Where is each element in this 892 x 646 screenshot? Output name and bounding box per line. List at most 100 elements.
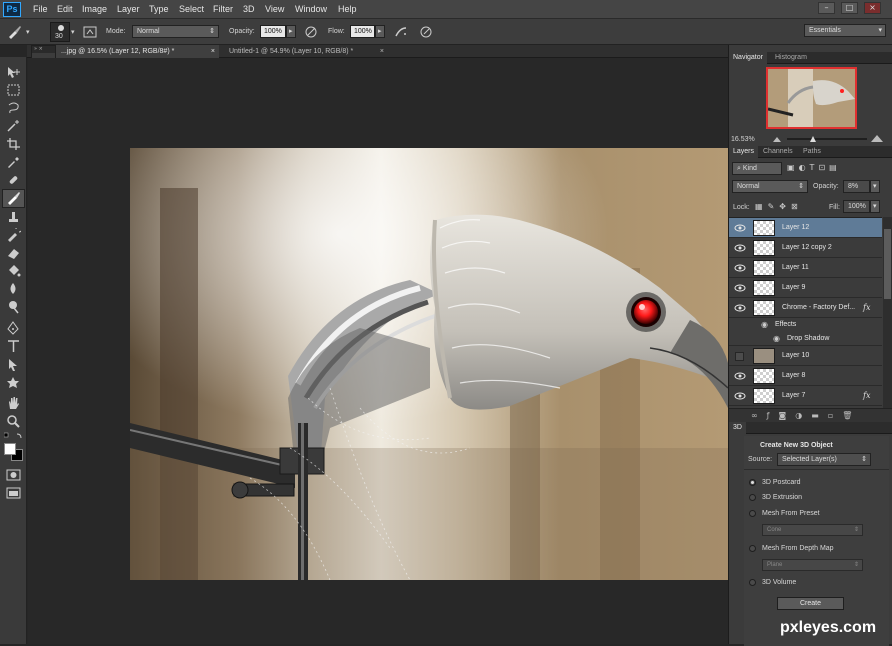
visibility-eye-icon[interactable] <box>734 263 746 273</box>
menu-select[interactable]: Select <box>179 4 204 14</box>
add-style-icon[interactable]: ƒ <box>767 411 779 420</box>
shape-tool-icon[interactable] <box>6 376 21 390</box>
visibility-eye-icon[interactable] <box>734 391 746 401</box>
layer-row[interactable]: Layer 11 <box>729 258 882 278</box>
mode-dropdown[interactable]: Normal ⇕ <box>132 25 219 38</box>
layer-row[interactable]: Layer 9 <box>729 278 882 298</box>
navigator-zoom-value[interactable]: 16.53% <box>731 136 755 143</box>
layer-opacity-input[interactable]: 8% <box>843 180 870 193</box>
move-tool-icon[interactable] <box>6 65 21 79</box>
menu-view[interactable]: View <box>265 4 284 14</box>
lasso-tool-icon[interactable] <box>6 101 21 115</box>
layer-row[interactable]: Layer 12 <box>729 218 882 238</box>
create-3d-button[interactable]: Create <box>777 597 844 610</box>
radio-mesh-from-preset[interactable] <box>749 510 756 517</box>
menu-image[interactable]: Image <box>82 4 107 14</box>
source-dropdown[interactable]: Selected Layer(s) ⇕ <box>777 453 871 466</box>
brush-tool-icon[interactable] <box>6 24 22 40</box>
layer-effects-row[interactable]: ◉ Effects <box>729 318 882 332</box>
hand-tool-icon[interactable] <box>6 396 21 410</box>
screen-mode-icon[interactable] <box>6 486 21 500</box>
blend-mode-dropdown[interactable]: Normal ⇕ <box>732 180 808 193</box>
preset-dropdown[interactable]: Cone ⇕ <box>762 524 863 536</box>
minimize-button[interactable]: – <box>818 2 835 14</box>
menu-filter[interactable]: Filter <box>213 4 233 14</box>
visibility-eye-icon[interactable] <box>734 243 746 253</box>
blur-tool-icon[interactable] <box>6 282 21 296</box>
visibility-eye-icon[interactable] <box>734 223 746 233</box>
radio-3d-volume[interactable] <box>749 579 756 586</box>
shape-filter-icon[interactable]: ⊡ <box>818 163 829 172</box>
layer-row[interactable]: Layer 12 copy 2 <box>729 238 882 258</box>
panel-collapse-icon[interactable]: » × <box>32 46 55 53</box>
pressure-size-icon[interactable] <box>418 24 434 40</box>
paint-bucket-tool-icon[interactable] <box>6 264 21 278</box>
navigator-zoom-slider[interactable] <box>771 134 885 144</box>
foreground-color-swatch[interactable] <box>4 443 16 455</box>
layer-effects-fx-icon[interactable]: fx <box>863 391 870 400</box>
layer-row[interactable]: Layer 10 <box>729 346 882 366</box>
menu-type[interactable]: Type <box>149 4 169 14</box>
document-canvas[interactable] <box>130 148 728 580</box>
flow-slider-arrow-icon[interactable]: ▸ <box>375 25 385 38</box>
fill-arrow-icon[interactable]: ▾ <box>870 200 880 213</box>
tab-navigator[interactable]: Navigator <box>729 52 767 64</box>
visibility-eye-icon[interactable] <box>734 371 746 381</box>
navigator-preview[interactable] <box>766 67 857 129</box>
effects-eye-icon[interactable]: ◉ <box>761 320 768 329</box>
layer-effects-fx-icon[interactable]: fx <box>863 303 870 312</box>
airbrush-icon[interactable] <box>393 24 409 40</box>
visibility-eye-icon[interactable] <box>734 283 746 293</box>
layer-row[interactable]: Chrome - Factory Def... fx <box>729 298 882 318</box>
zoom-tool-icon[interactable] <box>6 414 21 428</box>
new-group-icon[interactable]: ▬ <box>811 411 828 420</box>
visibility-eye-icon[interactable] <box>734 303 746 313</box>
brush-panel-toggle-icon[interactable] <box>82 24 98 40</box>
opacity-slider-arrow-icon[interactable]: ▸ <box>286 25 296 38</box>
lock-icons[interactable]: ▦✎✥⊠ <box>755 202 803 211</box>
marquee-tool-icon[interactable] <box>6 83 21 97</box>
lock-pixels-icon[interactable]: ✎ <box>768 202 780 211</box>
tab-layers[interactable]: Layers <box>729 146 759 158</box>
menu-window[interactable]: Window <box>295 4 327 14</box>
opacity-input[interactable]: 100% <box>260 25 286 38</box>
depth-map-dropdown[interactable]: Plane ⇕ <box>762 559 863 571</box>
menu-layer[interactable]: Layer <box>117 4 140 14</box>
pixel-filter-icon[interactable]: ▣ <box>787 163 799 172</box>
lock-all-icon[interactable]: ⊠ <box>791 202 803 211</box>
lock-transparent-icon[interactable]: ▦ <box>755 202 768 211</box>
tab-paths[interactable]: Paths <box>799 146 825 158</box>
smart-object-filter-icon[interactable]: ▤ <box>829 163 841 172</box>
history-brush-tool-icon[interactable] <box>6 228 21 242</box>
close-window-button[interactable]: × <box>864 2 881 14</box>
adjustment-filter-icon[interactable]: ◐ <box>799 163 810 172</box>
pressure-opacity-icon[interactable] <box>303 24 319 40</box>
document-tab-untitled[interactable]: Untitled-1 @ 54.9% (Layer 10, RGB/8) * × <box>223 45 388 58</box>
flow-input[interactable]: 100% <box>350 25 375 38</box>
layer-filter-kind-dropdown[interactable]: ⌕ Kind <box>732 162 782 175</box>
new-adjustment-icon[interactable]: ◑ <box>795 411 811 420</box>
brush-tool-icon[interactable] <box>6 191 21 205</box>
drop-shadow-effect-row[interactable]: ◉ Drop Shadow <box>729 332 882 346</box>
document-tab-active[interactable]: ...jpg @ 16.5% (Layer 12, RGB/8#) * × <box>55 45 219 58</box>
layer-row[interactable]: Layer 8 <box>729 366 882 386</box>
menu-file[interactable]: File <box>33 4 48 14</box>
link-layers-icon[interactable]: ∞ <box>751 411 767 420</box>
pen-tool-icon[interactable] <box>6 321 21 335</box>
add-mask-icon[interactable]: ◙ <box>779 411 796 420</box>
layer-filter-icons[interactable]: ▣◐T⊡▤ <box>787 163 887 175</box>
type-tool-icon[interactable] <box>6 339 21 353</box>
crop-tool-icon[interactable] <box>6 137 21 151</box>
layers-scrollbar-thumb[interactable] <box>884 229 891 299</box>
layer-opacity-arrow-icon[interactable]: ▾ <box>870 180 880 193</box>
healing-brush-tool-icon[interactable] <box>6 173 21 187</box>
maximize-button[interactable]: □ <box>841 2 858 14</box>
path-selection-tool-icon[interactable] <box>6 358 21 372</box>
swap-colors-icon[interactable] <box>4 432 24 442</box>
magic-wand-tool-icon[interactable] <box>6 119 21 133</box>
tab-histogram[interactable]: Histogram <box>771 52 811 64</box>
clone-stamp-tool-icon[interactable] <box>6 210 21 224</box>
tab-channels[interactable]: Channels <box>759 146 797 158</box>
brush-picker-arrow-icon[interactable]: ▾ <box>71 28 75 36</box>
visibility-off-box[interactable] <box>735 352 744 361</box>
